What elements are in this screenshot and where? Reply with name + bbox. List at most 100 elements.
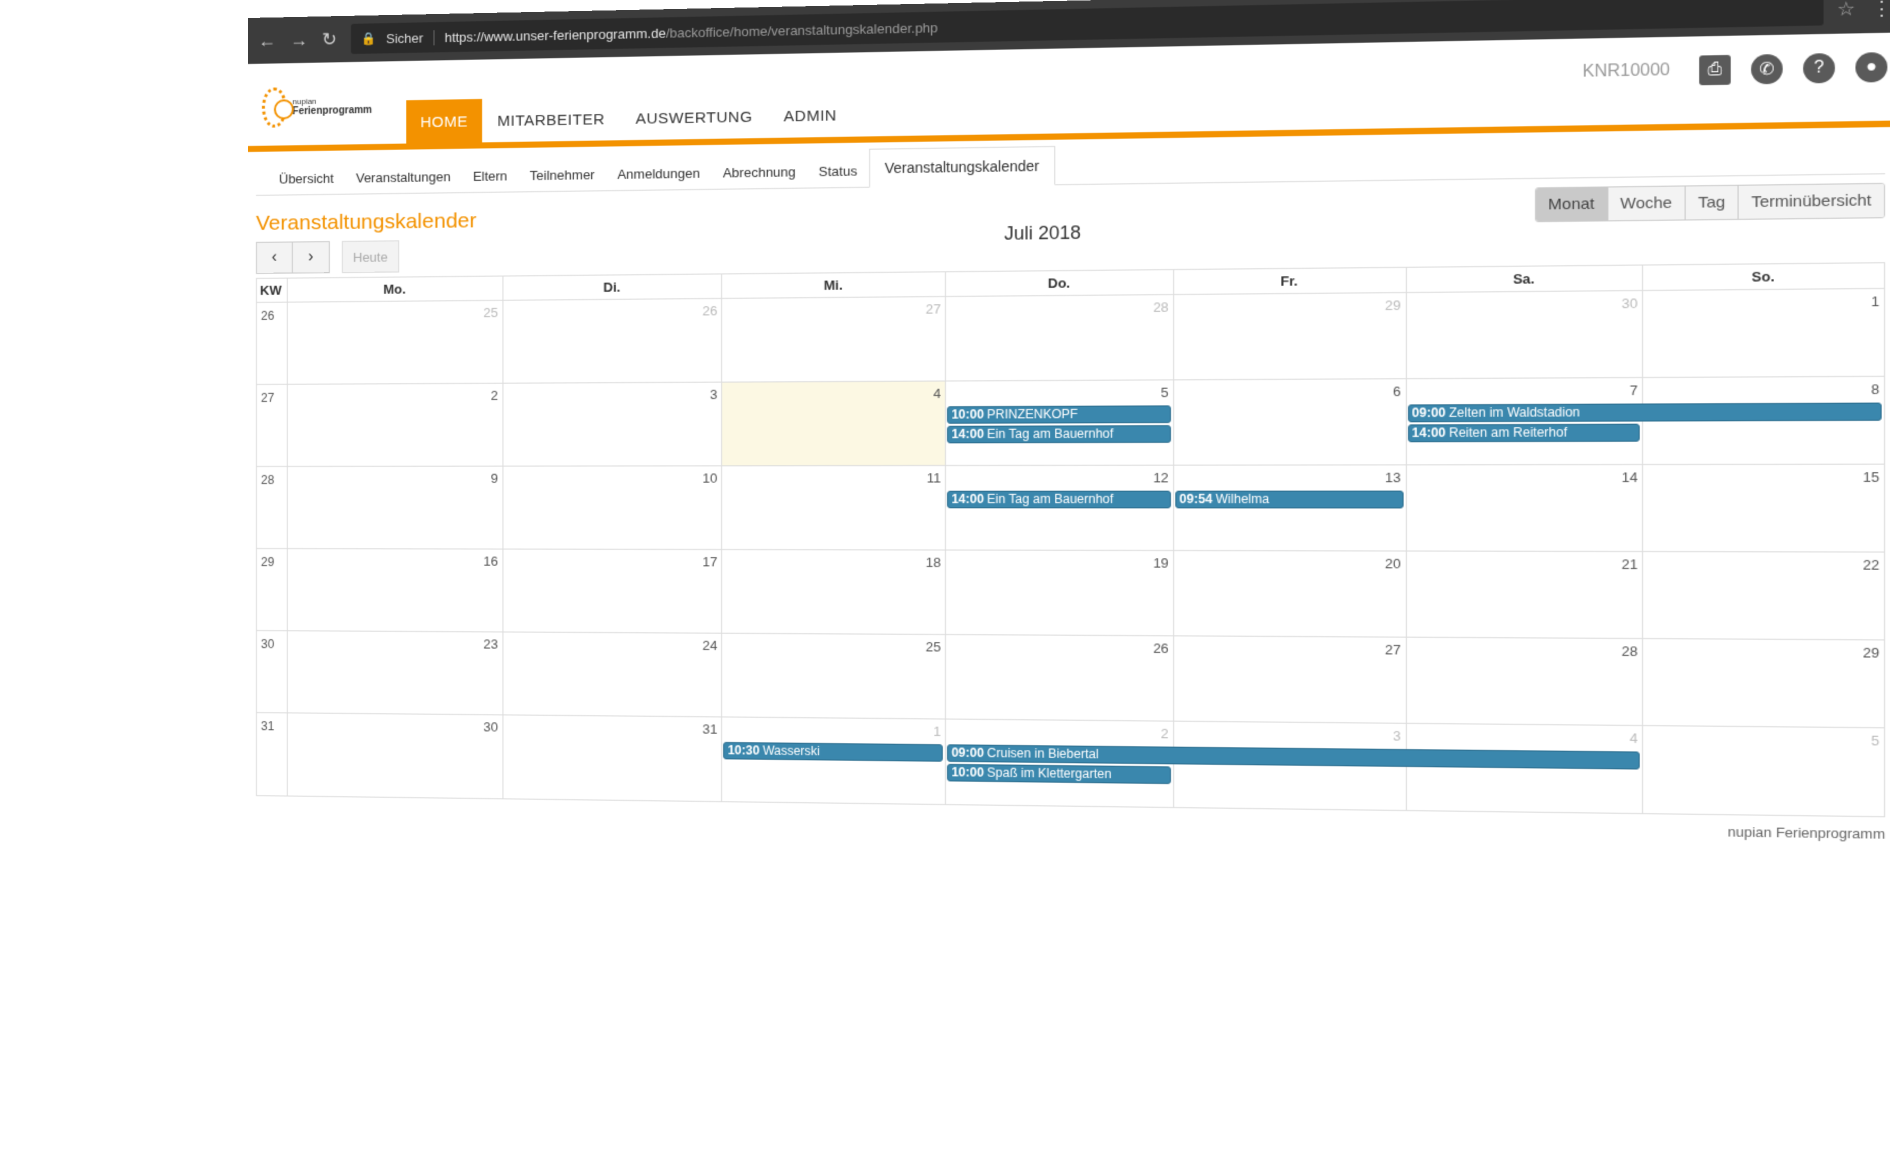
day-cell[interactable]: 2	[287, 384, 502, 466]
tab-1[interactable]: Veranstaltungen	[345, 159, 462, 194]
day-number: 17	[702, 554, 717, 569]
day-cell[interactable]: 31	[502, 715, 721, 801]
event-time: 10:00	[951, 407, 983, 422]
logo-line2: Ferienprogramm	[292, 105, 372, 117]
screenshot-stage: ← → ↻ 🔒 Sicher https://www.unser-ferienp…	[0, 0, 1890, 1169]
day-cell[interactable]: 10	[502, 466, 721, 549]
day-cell[interactable]: 1	[1642, 289, 1884, 377]
day-number: 10	[702, 470, 717, 485]
event-title: Wilhelma	[1216, 492, 1269, 507]
day-cell[interactable]: 29	[1173, 293, 1405, 379]
calendar-event[interactable]: 14:00 Reiten am Reiterhof	[1408, 424, 1641, 443]
day-cell[interactable]: 20	[1173, 551, 1405, 637]
event-title: Reiten am Reiterhof	[1449, 425, 1567, 440]
day-cell[interactable]: 26	[502, 299, 721, 383]
calendar-week-row: 30 23 24 25 26 27 28 29	[257, 631, 1884, 728]
next-month-button[interactable]: ›	[293, 241, 330, 273]
day-cell[interactable]: 5	[1642, 726, 1884, 816]
user-account-icon[interactable]: ●	[1855, 52, 1887, 83]
prev-month-button[interactable]: ‹	[256, 241, 293, 273]
today-button[interactable]: Heute	[342, 240, 399, 273]
app-logo[interactable]: nupian Ferienprogramm	[262, 78, 372, 136]
event-time: 14:00	[951, 492, 983, 506]
day-cell[interactable]: 23	[287, 631, 502, 714]
tab-3[interactable]: Teilnehmer	[519, 157, 606, 192]
day-cell[interactable]: 27	[1173, 636, 1405, 722]
tab-2[interactable]: Eltern	[462, 158, 519, 192]
calendar-week-row: 26 25 26 27 28 29 30 1	[257, 289, 1884, 385]
day-cell[interactable]: 19	[945, 551, 1173, 636]
reload-icon[interactable]: ↻	[322, 29, 337, 50]
day-number: 22	[1863, 557, 1880, 573]
event-time: 14:00	[1412, 425, 1446, 440]
calendar-event[interactable]: 14:00 Ein Tag am Bauernhof	[947, 491, 1171, 509]
bookmark-star-icon[interactable]: ☆	[1837, 0, 1855, 20]
day-cell[interactable]: 25	[287, 301, 502, 384]
event-title: Spaß im Klettergarten	[987, 765, 1111, 781]
day-number: 30	[1622, 295, 1638, 311]
phone-icon[interactable]: ✆	[1751, 54, 1783, 84]
event-title: Zelten im Waldstadion	[1449, 405, 1580, 420]
header-actions: KNR10000 ⎙ ✆ ? ●	[1582, 52, 1887, 87]
day-number: 19	[1153, 555, 1169, 571]
day-cell[interactable]: 21	[1405, 552, 1642, 638]
day-cell[interactable]: 6	[1173, 379, 1405, 464]
day-cell[interactable]: 30	[1405, 291, 1642, 378]
weekday-header: Di.	[502, 274, 721, 299]
day-cell[interactable]: 27	[721, 297, 945, 382]
day-cell[interactable]: 26	[945, 635, 1173, 721]
day-number: 1	[933, 724, 941, 740]
day-cell[interactable]: 24	[502, 632, 721, 716]
lock-icon: 🔒	[361, 31, 376, 45]
day-cell[interactable]: 15	[1642, 465, 1884, 552]
event-title: Cruisen in Biebertal	[987, 746, 1099, 762]
day-number: 20	[1385, 556, 1401, 572]
main-nav-admin[interactable]: ADMIN	[768, 93, 852, 138]
calendar-event[interactable]: 10:30 Wasserski	[724, 742, 943, 762]
day-number: 25	[483, 305, 498, 320]
day-cell[interactable]: 14	[1405, 465, 1642, 551]
calendar-event[interactable]: 09:00 Zelten im Waldstadion	[1408, 403, 1882, 423]
calendar-event[interactable]: 10:00 PRINZENKOPF	[947, 405, 1171, 423]
day-cell[interactable]: 4	[721, 382, 945, 466]
main-nav-home[interactable]: HOME	[406, 99, 482, 144]
forward-arrow-icon[interactable]: →	[290, 29, 308, 50]
day-cell[interactable]: 30	[287, 713, 502, 798]
week-number: 27	[257, 385, 287, 466]
day-number: 5	[1161, 385, 1169, 401]
calendar-event[interactable]: 14:00 Ein Tag am Bauernhof	[947, 425, 1171, 443]
printer-icon[interactable]: ⎙	[1699, 55, 1731, 85]
tab-6[interactable]: Status	[807, 153, 869, 188]
event-time: 10:00	[951, 765, 983, 780]
day-cell[interactable]: 29	[1642, 639, 1884, 727]
main-nav-auswertung[interactable]: AUSWERTUNG	[620, 94, 768, 140]
day-cell[interactable]: 11	[721, 466, 945, 549]
day-cell[interactable]: 22	[1642, 552, 1884, 639]
calendar-event[interactable]: 09:54 Wilhelma	[1175, 491, 1403, 509]
day-cell[interactable]: 17	[502, 550, 721, 633]
tab-4[interactable]: Anmeldungen	[606, 155, 711, 190]
url-path: /backoffice/home/veranstaltungskalender.…	[666, 19, 938, 40]
tab-5[interactable]: Abrechnung	[711, 154, 807, 189]
day-cell[interactable]: 9	[287, 467, 502, 549]
url-text: https://www.unser-ferienprogramm.de/back…	[445, 19, 938, 44]
tab-7[interactable]: Veranstaltungskalender	[869, 146, 1055, 188]
browser-menu-icon[interactable]: ⋮	[1871, 0, 1890, 20]
day-cell[interactable]: 25	[721, 634, 945, 719]
main-nav-mitarbeiter[interactable]: MITARBEITER	[482, 97, 620, 143]
day-cell[interactable]: 16	[287, 549, 502, 631]
day-number: 31	[702, 721, 717, 736]
day-number: 2	[1161, 726, 1169, 742]
day-number: 18	[926, 555, 941, 570]
day-cell[interactable]: 3	[502, 383, 721, 466]
event-time: 10:30	[728, 743, 760, 758]
weekday-header: Sa.	[1405, 266, 1642, 292]
day-number: 29	[1863, 645, 1880, 661]
back-arrow-icon[interactable]: ←	[258, 30, 276, 51]
help-icon[interactable]: ?	[1803, 53, 1835, 83]
tab-0[interactable]: Übersicht	[268, 161, 345, 195]
day-cell[interactable]: 28	[945, 295, 1173, 380]
calendar-event[interactable]: 10:00 Spaß im Klettergarten	[947, 764, 1171, 784]
day-cell[interactable]: 28	[1405, 638, 1642, 725]
day-cell[interactable]: 18	[721, 550, 945, 634]
